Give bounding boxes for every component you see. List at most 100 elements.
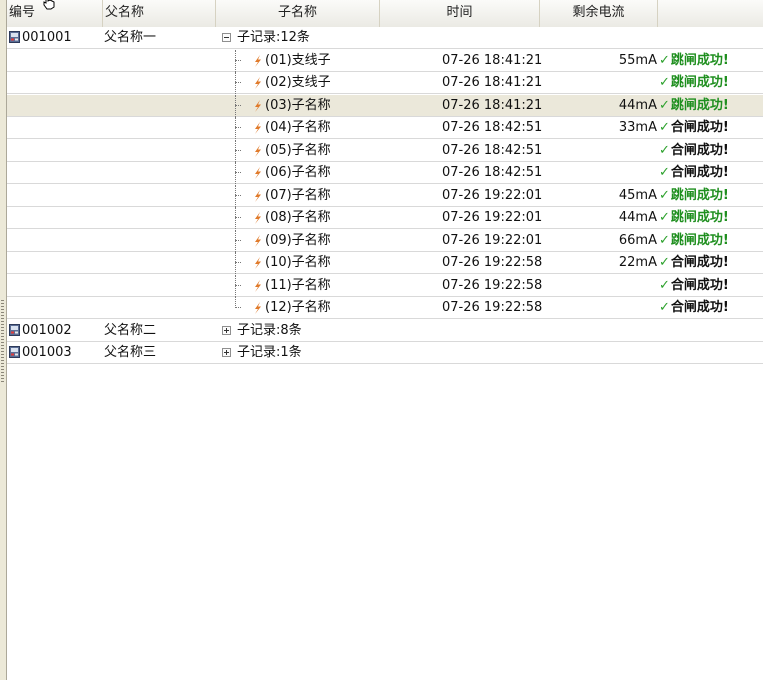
record-time: 07-26 19:22:01 [442,210,543,225]
checkmark-icon: ✓ [659,277,670,293]
checkmark-icon: ✓ [659,97,670,113]
lightning-bolt-icon [255,54,261,67]
child-name: (04)子名称 [265,120,331,135]
header-parent-name[interactable]: 父名称 [103,0,216,27]
tree-connector-elbow [235,172,241,173]
child-name: (10)子名称 [265,255,331,270]
lightning-bolt-icon [255,234,261,247]
header-time[interactable]: 时间 [380,0,540,27]
tree-connector-line [235,49,236,72]
child-row[interactable]: (12)子名称 07-26 19:22:58 ✓合闸成功! [7,297,763,319]
header-child-name[interactable]: 子名称 [216,0,380,27]
child-name: (01)支线子 [265,52,331,68]
residual-current: 44mA [618,97,657,113]
residual-current: 45mA [618,187,657,203]
tree-connector-elbow [235,239,241,241]
tree-connector-line [235,252,236,274]
residual-current [537,162,657,183]
tree-connector-elbow [235,284,241,286]
device-icon [9,31,20,43]
child-row[interactable]: (05)子名称 07-26 18:42:51 ✓合闸成功! [7,139,763,162]
tree-connector-line [235,139,236,162]
operation-result: ✓跳闸成功! [659,72,729,93]
result-text: 跳闸成功! [670,97,729,113]
parent-name: 父名称三 [104,345,157,360]
parent-code: 001003 [22,345,72,360]
lightning-bolt-icon [255,302,261,314]
toggle-vertical-stroke [226,350,227,355]
checkmark-icon: ✓ [659,255,670,270]
result-text: 跳闸成功! [670,210,729,225]
residual-current: 44mA [618,210,657,225]
record-time: 07-26 18:41:21 [442,52,543,68]
child-name: (02)支线子 [265,75,331,90]
lightning-bolt-icon [255,144,261,157]
parent-name: 父名称一 [104,30,157,45]
tree-connector-line [235,207,236,229]
record-time: 07-26 18:41:21 [442,75,543,90]
child-record-count: 子记录:8条 [237,322,302,338]
tree-connector-line [235,94,236,117]
tree-connector-elbow [235,307,241,308]
child-row[interactable]: (08)子名称 07-26 19:22:01 44mA ✓跳闸成功! [7,207,763,229]
child-record-count: 子记录:1条 [237,345,302,360]
child-row[interactable]: (10)子名称 07-26 19:22:58 22mA ✓合闸成功! [7,252,763,274]
splitter-grip[interactable] [1,300,4,382]
tree-connector-elbow [235,127,241,128]
lightning-bolt-icon [255,189,261,202]
checkmark-icon: ✓ [659,232,670,248]
checkmark-icon: ✓ [659,165,670,180]
child-row[interactable]: (02)支线子 07-26 18:41:21 ✓跳闸成功! [7,72,763,94]
result-text: 跳闸成功! [670,187,729,203]
parent-row[interactable]: 001003 父名称三 子记录:1条 [7,342,763,364]
child-row[interactable]: (07)子名称 07-26 19:22:01 45mA ✓跳闸成功! [7,184,763,207]
tree-connector-elbow [235,82,241,83]
child-row[interactable]: (11)子名称 07-26 19:22:58 ✓合闸成功! [7,274,763,297]
tree-connector-line [235,184,236,207]
child-name: (06)子名称 [265,165,331,180]
expand-toggle-icon[interactable] [222,348,231,357]
lightning-bolt-icon [255,279,261,292]
header-residual-current[interactable]: 剩余电流 [540,0,658,27]
checkmark-icon: ✓ [659,300,670,315]
residual-current [537,275,657,296]
residual-current [537,297,657,318]
operation-result: ✓合闸成功! [659,117,729,138]
tree-connector-elbow [235,59,241,61]
parent-row[interactable]: 001001 父名称一 子记录:12条 [7,27,763,49]
expand-toggle-icon[interactable] [222,325,231,335]
record-time: 07-26 18:41:21 [442,97,543,113]
result-text: 合闸成功! [670,255,729,270]
operation-result: ✓合闸成功! [659,252,729,273]
record-time: 07-26 19:22:58 [442,255,543,270]
child-row[interactable]: (04)子名称 07-26 18:42:51 33mA ✓合闸成功! [7,117,763,139]
header-result[interactable] [658,0,763,27]
checkmark-icon: ✓ [659,210,670,225]
lightning-bolt-icon [255,212,261,224]
result-text: 合闸成功! [670,142,729,158]
child-row[interactable]: (09)子名称 07-26 19:22:01 66mA ✓跳闸成功! [7,229,763,252]
record-time: 07-26 19:22:01 [442,232,543,248]
residual-current [537,140,657,161]
record-time: 07-26 18:42:51 [442,165,543,180]
result-text: 合闸成功! [670,120,729,135]
operation-result: ✓跳闸成功! [659,185,729,206]
child-row[interactable]: (01)支线子 07-26 18:41:21 55mA ✓跳闸成功! [7,49,763,72]
child-row[interactable]: (06)子名称 07-26 18:42:51 ✓合闸成功! [7,162,763,184]
lightning-bolt-icon [255,167,261,179]
parent-name: 父名称二 [104,322,157,338]
toggle-horizontal-stroke [224,37,229,38]
left-splitter[interactable] [0,0,7,680]
child-record-count: 子记录:12条 [237,30,310,45]
operation-result: ✓合闸成功! [659,140,729,161]
lightning-bolt-icon [255,257,261,269]
tree-connector-line [235,162,236,184]
collapse-toggle-icon[interactable] [222,33,231,42]
tree-connector-line [235,72,236,94]
parent-row[interactable]: 001002 父名称二 子记录:8条 [7,319,763,342]
child-row[interactable]: (03)子名称 07-26 18:41:21 44mA ✓跳闸成功! [7,94,763,117]
residual-current: 22mA [618,255,657,270]
column-header: 编号 父名称 子名称 时间 剩余电流 [7,0,763,28]
checkmark-icon: ✓ [659,142,670,158]
child-name: (05)子名称 [265,142,331,158]
